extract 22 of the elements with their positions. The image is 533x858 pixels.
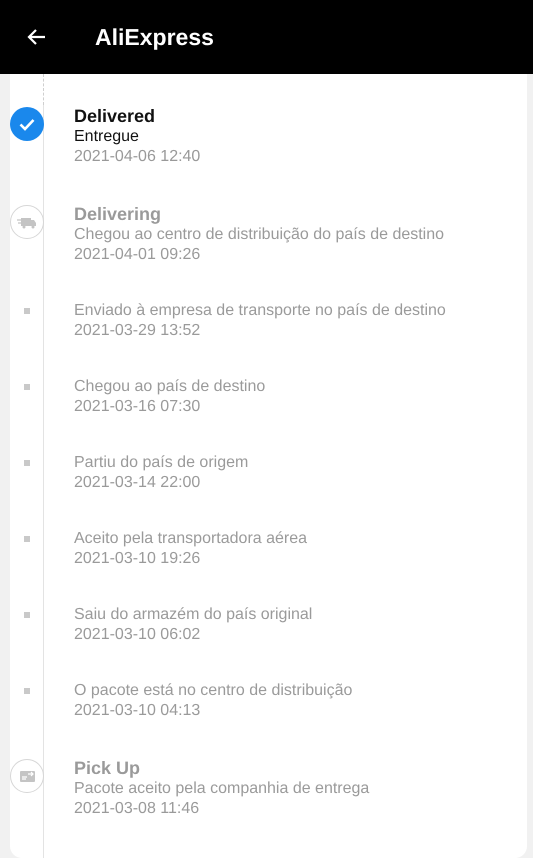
status-time: 2021-03-14 22:00	[74, 473, 202, 493]
status-title: Pick Up	[74, 757, 142, 779]
status-description: O pacote está no centro de distribuição	[74, 681, 352, 701]
status-time: 2021-03-10 06:02	[74, 625, 202, 645]
status-title: Delivered	[74, 105, 156, 127]
app-title: AliExpress	[95, 24, 214, 50]
status-description: Chegou ao centro de distribuição do país de destino	[74, 225, 444, 245]
status-time: 2021-03-29 13:52	[74, 321, 202, 341]
status-title: Delivering	[74, 203, 162, 225]
status-time: 2021-03-16 07:30	[74, 397, 202, 417]
status-time: 2021-03-10 19:26	[74, 549, 202, 569]
status-time: 2021-03-08 11:46	[74, 799, 200, 819]
status-description: Aceito pela transportadora aérea	[74, 529, 308, 549]
status-description: Entregue	[74, 127, 140, 147]
status-description: Enviado à empresa de transporte no país de destino	[74, 301, 446, 321]
status-time: 2021-04-06 12:40	[74, 147, 200, 167]
status-time: 2021-03-10 04:13	[74, 701, 202, 721]
status-description: Saiu do armazém do país original	[74, 605, 312, 625]
status-time: 2021-04-01 09:26	[74, 245, 202, 265]
status-description: Partiu do país de origem	[74, 453, 248, 473]
status-description: Pacote aceito pela companhia de entrega	[74, 779, 370, 799]
status-description: Chegou ao país de destino	[74, 377, 266, 397]
